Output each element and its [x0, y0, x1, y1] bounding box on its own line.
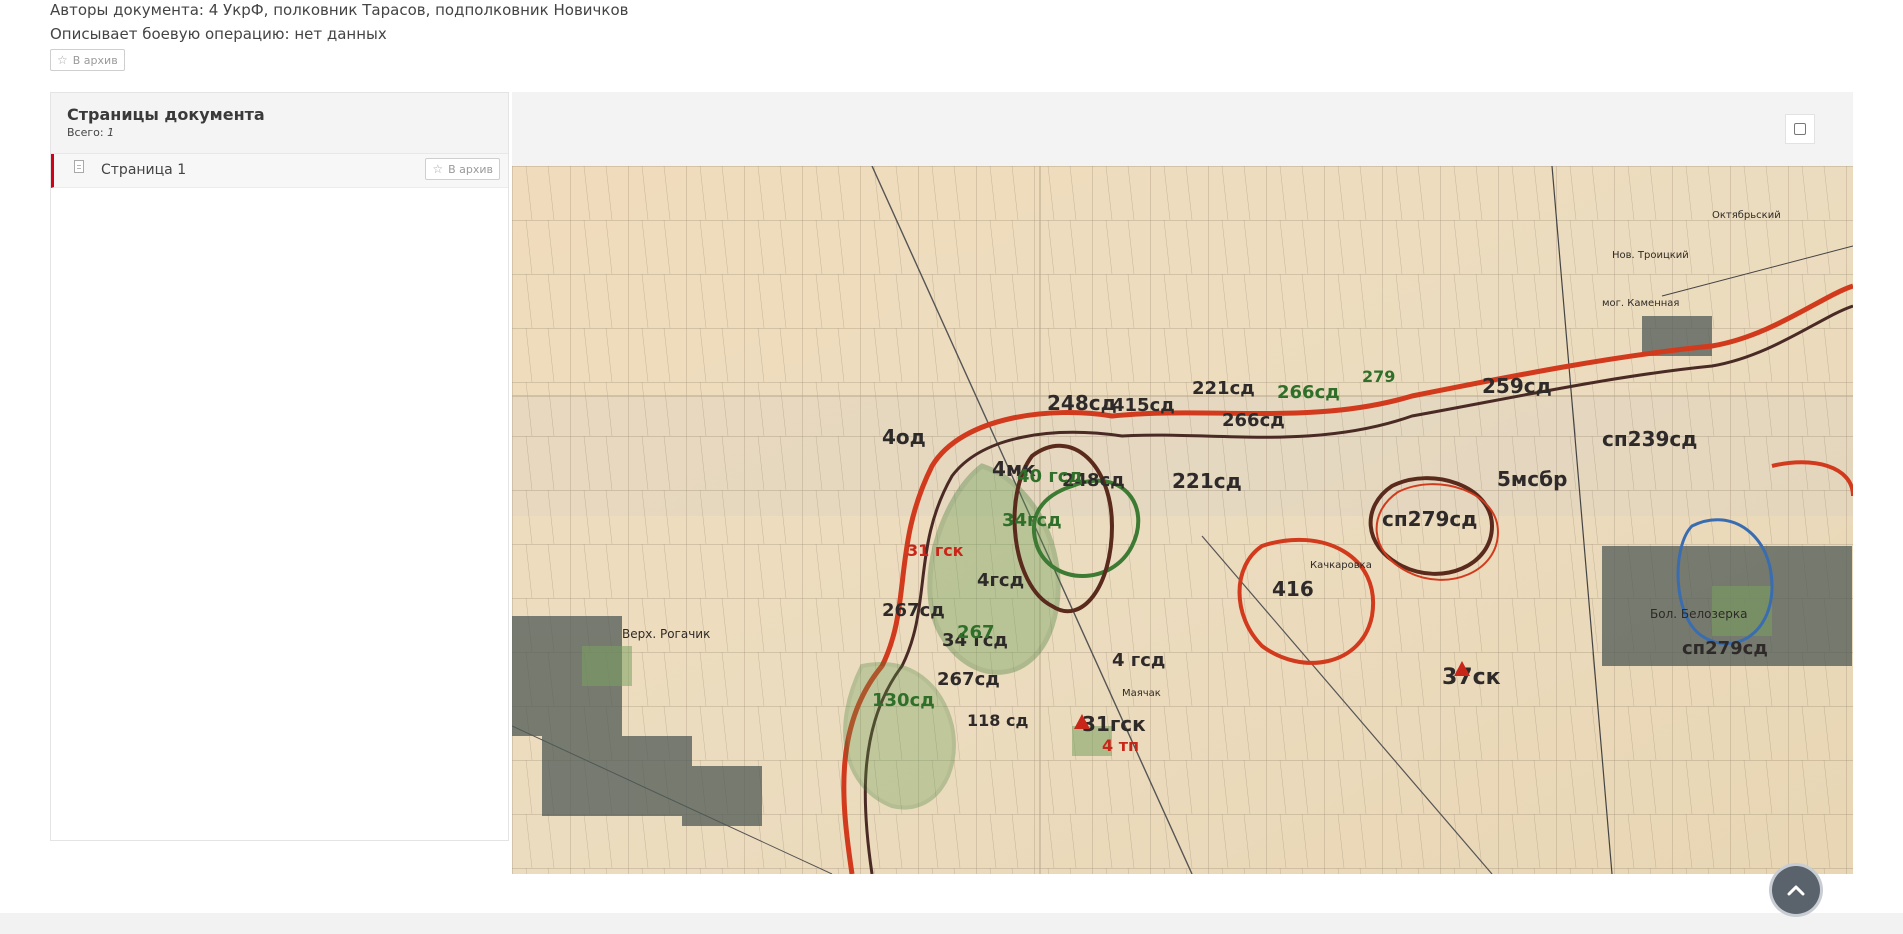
footer — [0, 913, 1903, 934]
map-label-4gsd: 4гсд — [977, 570, 1024, 591]
map-label-34: 34гсд — [1002, 510, 1062, 531]
archive-document-button[interactable]: ☆ В архив — [50, 49, 125, 71]
map-label-4gsd2: 4 гсд — [1112, 650, 1165, 671]
star-icon: ☆ — [57, 53, 68, 67]
archive-button-label: В архив — [72, 53, 118, 67]
map-label-5msbr: 5мсбр — [1497, 467, 1567, 491]
map-label-416: 416 — [1272, 577, 1314, 601]
map-label-267c: 267сд — [937, 669, 1000, 690]
map-label-221: 221сд — [1192, 378, 1255, 399]
pages-count: Всего: 1 — [67, 126, 114, 139]
map-label-279c: сп279сд — [1682, 638, 1768, 659]
map-label-belozerka: Бол. Белозерка — [1650, 607, 1747, 621]
chevron-up-icon — [1787, 885, 1805, 896]
page-viewer: 259сд сп239сд 221сд 5мсбр сп279сд сп279с… — [512, 92, 1853, 874]
checkbox-icon — [1794, 123, 1806, 135]
map-label-troitsky: Нов. Троицкий — [1612, 250, 1689, 261]
map-image[interactable]: 259сд сп239сд 221сд 5мсбр сп279сд сп279с… — [512, 166, 1853, 874]
map-label-40: 40 гсд — [1017, 466, 1083, 487]
map-label-266a: 266сд — [1277, 382, 1340, 403]
archive-page-button-label: В архив — [448, 162, 493, 176]
scroll-to-top-button[interactable] — [1772, 866, 1820, 914]
map-label-31gck: 31гск — [1082, 712, 1146, 736]
document-pages-panel: Страницы документа Всего: 1 Страница 1 ☆… — [50, 92, 509, 841]
map-drawing: 259сд сп239сд 221сд 5мсбр сп279сд сп279с… — [512, 166, 1853, 874]
map-label-kachkarovka: Качкаровка — [1310, 560, 1372, 571]
map-label-31: 31 гск — [907, 541, 964, 560]
map-label-221b: 221сд — [1172, 469, 1242, 493]
map-label-118: 118 сд — [967, 711, 1028, 730]
map-label-maychak: Маячак — [1122, 688, 1161, 699]
pages-panel-title: Страницы документа — [67, 105, 265, 124]
map-label-rogachik: Верх. Рогачик — [622, 627, 710, 641]
map-label-259: 259сд — [1482, 374, 1552, 398]
map-label-4od: 4од — [882, 425, 926, 449]
star-icon: ☆ — [432, 162, 444, 176]
map-label-130: 130сд — [872, 690, 935, 711]
archive-page-button[interactable]: ☆ В архив — [425, 158, 500, 180]
map-label-279b: сп279сд — [1382, 507, 1477, 531]
map-label-267b: 267 — [957, 622, 995, 643]
pages-count-label: Всего: — [67, 126, 104, 139]
map-label-kamennaya: мог. Каменная — [1602, 298, 1679, 309]
pages-count-value: 1 — [107, 126, 115, 139]
map-label-415: 415сд — [1112, 395, 1175, 416]
page: Авторы документа: 4 УкрФ, полковник Тара… — [0, 0, 1903, 934]
document-authors: Авторы документа: 4 УкрФ, полковник Тара… — [50, 1, 629, 19]
map-label-248: 248сд — [1047, 391, 1117, 415]
map-label-oktyabrsky: Октябрьский — [1712, 210, 1781, 221]
document-operation: Описывает боевую операцию: нет данных — [50, 25, 387, 43]
document-icon — [74, 160, 84, 173]
map-label-4tp: 4 тп — [1102, 736, 1139, 755]
map-label-279a: 279 — [1362, 367, 1395, 386]
map-label-239: сп239сд — [1602, 427, 1697, 451]
page-list-item-label: Страница 1 — [101, 162, 187, 178]
map-label-267: 267сд — [882, 600, 945, 621]
map-label-266b: 266сд — [1222, 410, 1285, 431]
pages-panel-header: Страницы документа Всего: 1 — [51, 93, 508, 154]
page-list-item[interactable]: Страница 1 ☆ В архив — [51, 154, 508, 188]
viewer-toolbar — [512, 92, 1853, 166]
select-page-checkbox[interactable] — [1785, 114, 1815, 144]
map-label-37ck: 37ск — [1442, 665, 1501, 690]
